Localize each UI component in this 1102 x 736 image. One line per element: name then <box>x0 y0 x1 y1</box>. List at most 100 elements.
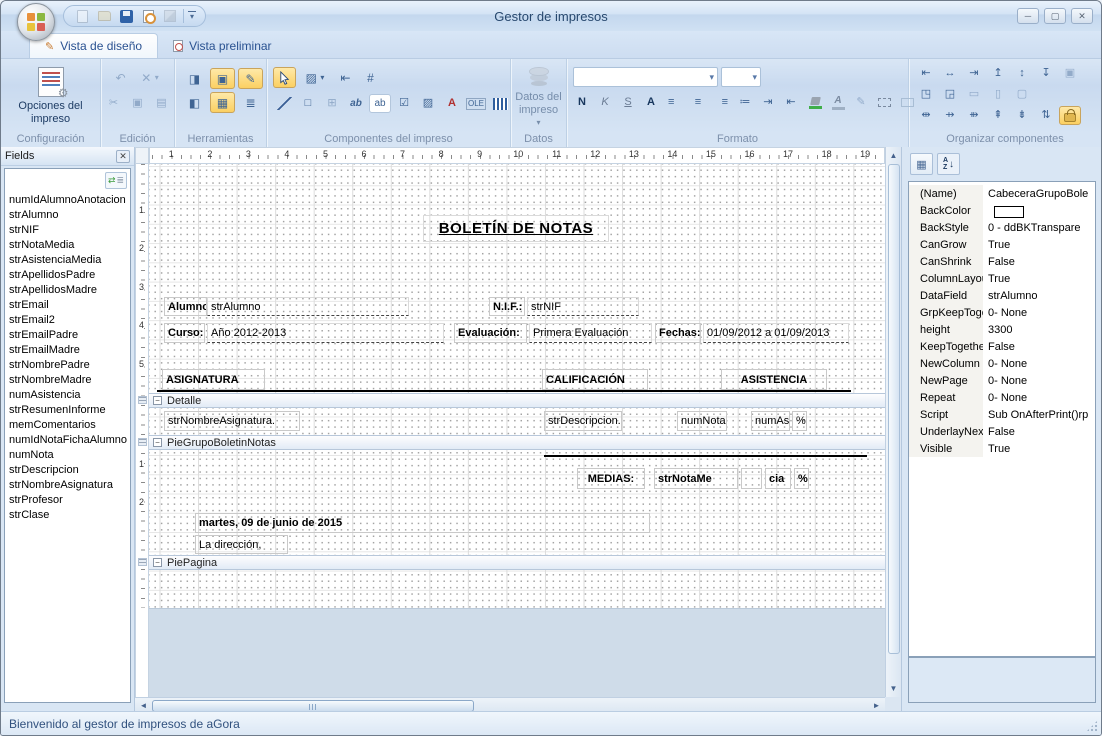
property-value[interactable]: 0 - ddBKTranspare <box>983 222 1095 234</box>
alumno-field[interactable]: strAlumno <box>207 297 409 316</box>
detail-asignatura-field[interactable]: strNombreAsignatura. <box>164 411 300 431</box>
opciones-del-impreso-button[interactable]: ⚙ Opciones del impreso <box>5 62 97 128</box>
field-item[interactable]: strApellidosMadre <box>9 283 128 298</box>
curso-field[interactable]: Año 2012-2013 <box>207 323 444 343</box>
property-value[interactable]: True <box>983 239 1095 251</box>
field-item[interactable]: strEmailMadre <box>9 343 128 358</box>
scroll-down-icon[interactable]: ▼ <box>886 682 901 695</box>
property-row[interactable]: ColumnLayou True <box>909 270 1095 287</box>
column-header-calificacion[interactable]: CALIFICACIÓN <box>542 369 648 390</box>
property-row[interactable]: GrpKeepToge 0- None <box>909 304 1095 321</box>
section-resize-grip[interactable] <box>138 558 147 566</box>
send-to-back-button[interactable]: ◲ <box>939 85 961 104</box>
decrease-indent-button[interactable]: ⇤ <box>780 93 802 112</box>
nif-label[interactable]: N.I.F.: <box>489 297 525 316</box>
datos-del-impreso-button[interactable]: Datos del impreso ▾ <box>513 62 565 128</box>
align-bottoms-button[interactable]: ↧ <box>1035 64 1057 83</box>
bring-to-front-button[interactable]: ◳ <box>915 85 937 104</box>
bullet-list-button[interactable]: ≔ <box>734 93 756 112</box>
medias-cia-field[interactable]: cia <box>765 468 791 489</box>
open-button[interactable] <box>95 7 113 25</box>
tab-vista-preliminar[interactable]: Vista preliminar <box>158 33 286 58</box>
copy-button[interactable]: ▣ <box>127 94 149 113</box>
equal-hspacing-button[interactable]: ⇹ <box>915 106 937 125</box>
section-bar-piepagina[interactable]: − PiePagina <box>149 555 885 570</box>
property-value[interactable]: CabeceraGrupoBole <box>983 188 1095 200</box>
footer-date-field[interactable]: martes, 09 de junio de 2015 <box>195 513 650 533</box>
checkbox-tool-button[interactable]: ☑ <box>393 94 415 113</box>
underline-button[interactable]: S <box>617 93 639 112</box>
properties-panel-button[interactable]: ✎ <box>238 68 263 89</box>
evaluacion-label[interactable]: Evaluación: <box>454 323 527 343</box>
property-row[interactable]: UnderlayNext False <box>909 423 1095 440</box>
medias-nota-field[interactable]: strNotaMe <box>654 468 738 489</box>
detail-percent-label[interactable]: % <box>792 411 807 431</box>
property-value[interactable]: 0- None <box>983 307 1095 319</box>
field-item[interactable]: strDescripcion <box>9 463 128 478</box>
section-resize-grip[interactable] <box>138 396 147 404</box>
application-orb-button[interactable] <box>17 3 55 41</box>
field-item[interactable]: numIdAlumnoAnotacion <box>9 193 128 208</box>
field-item[interactable]: numIdNotaFichaAlumno <box>9 433 128 448</box>
detail-descripcion-field[interactable]: strDescripcion. <box>544 411 622 431</box>
property-value[interactable]: False <box>983 341 1095 353</box>
property-row[interactable]: NewColumn 0- None <box>909 355 1095 372</box>
property-row[interactable]: (Name) CabeceraGrupoBole <box>909 185 1095 202</box>
section-bar-piegrupo[interactable]: − PieGrupoBoletinNotas <box>149 435 885 450</box>
show-grid-button[interactable]: ▦ <box>210 92 235 113</box>
align-right-button[interactable]: ≡ <box>710 93 732 112</box>
field-item[interactable]: strEmailPadre <box>9 328 128 343</box>
fill-color-button[interactable] <box>804 93 826 112</box>
property-row[interactable]: Script Sub OnAfterPrint()rp <box>909 406 1095 423</box>
field-item[interactable]: strNIF <box>9 223 128 238</box>
collapse-icon[interactable]: − <box>153 396 162 405</box>
vertical-scrollbar[interactable]: ▲ ▼ <box>885 147 901 697</box>
italic-button[interactable]: K <box>594 93 616 112</box>
vertical-scroll-thumb[interactable] <box>888 164 900 654</box>
property-value[interactable]: 3300 <box>983 324 1095 336</box>
increase-hspacing-button[interactable]: ⇸ <box>939 106 961 125</box>
label-tool-button[interactable]: ab <box>345 94 367 113</box>
field-item[interactable]: strProfesor <box>9 493 128 508</box>
property-value[interactable]: 0- None <box>983 375 1095 387</box>
property-value[interactable]: False <box>983 256 1095 268</box>
decrease-vspacing-button[interactable]: ⇅ <box>1035 106 1057 125</box>
design-surface[interactable]: BOLETÍN DE NOTAS Alumno: strAlumno N.I.F… <box>149 164 885 697</box>
field-item[interactable]: strApellidosPadre <box>9 268 128 283</box>
save-button[interactable] <box>117 7 135 25</box>
insert-image-button[interactable]: ▨ ▾ <box>298 67 332 88</box>
property-row[interactable]: DataField strAlumno <box>909 287 1095 304</box>
property-value[interactable]: True <box>983 273 1095 285</box>
property-value[interactable]: 0- None <box>983 392 1095 404</box>
detail-asistencia-field[interactable]: numAs <box>751 411 790 431</box>
tab-vista-diseno[interactable]: ✎ Vista de diseño <box>29 33 159 58</box>
property-row[interactable]: Visible True <box>909 440 1095 457</box>
page-number-button[interactable]: # <box>359 67 382 88</box>
column-header-asignatura[interactable]: ASIGNATURA <box>162 369 265 390</box>
print-preview-button[interactable] <box>139 7 157 25</box>
backcolor-swatch[interactable] <box>994 206 1024 218</box>
direccion-label[interactable]: La dirección, <box>195 535 288 554</box>
column-header-asistencia[interactable]: ASISTENCIA <box>721 369 827 390</box>
maximize-button[interactable]: ▢ <box>1044 8 1066 24</box>
nif-field[interactable]: strNIF <box>527 297 639 316</box>
property-row[interactable]: NewPage 0- None <box>909 372 1095 389</box>
richtext-tool-button[interactable]: A <box>441 94 463 113</box>
increase-vspacing-button[interactable]: ⇟ <box>1011 106 1033 125</box>
select-pointer-button[interactable] <box>273 67 296 88</box>
scroll-up-icon[interactable]: ▲ <box>886 149 901 162</box>
increase-indent-button[interactable]: ⇥ <box>757 93 779 112</box>
field-item[interactable]: strAlumno <box>9 208 128 223</box>
dashed-border-button[interactable] <box>873 93 895 112</box>
field-item[interactable]: strNombrePadre <box>9 358 128 373</box>
alumno-label[interactable]: Alumno: <box>164 297 207 316</box>
minimize-button[interactable]: ─ <box>1017 8 1039 24</box>
image-tool-button[interactable]: ▨ <box>417 94 439 113</box>
align-middles-button[interactable]: ↕ <box>1011 64 1033 83</box>
preview-panel-button[interactable]: ◧ <box>182 92 207 113</box>
field-item[interactable]: strEmail2 <box>9 313 128 328</box>
decrease-hspacing-button[interactable]: ⇻ <box>963 106 985 125</box>
property-row[interactable]: BackStyle 0 - ddBKTranspare <box>909 219 1095 236</box>
align-lefts-button[interactable]: ⇤ <box>915 64 937 83</box>
qat-customize-button[interactable]: ▾ <box>188 11 196 21</box>
